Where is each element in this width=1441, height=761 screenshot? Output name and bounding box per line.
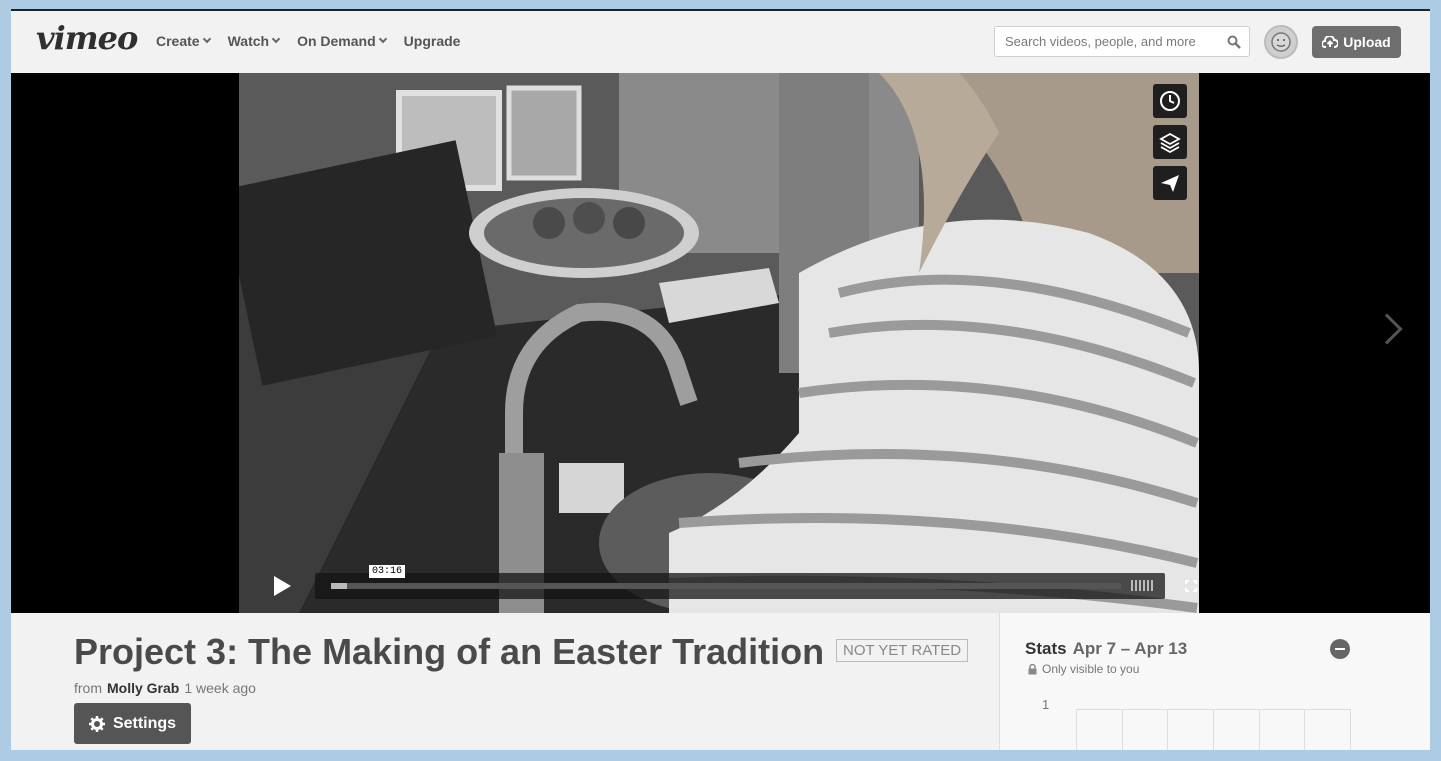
chevron-down-icon: [202, 34, 211, 44]
video-title: Project 3: The Making of an Easter Tradi…: [74, 631, 825, 672]
player-controls: 03:16: [259, 565, 1197, 603]
upload-age: 1 week ago: [184, 680, 256, 696]
video-byline: from Molly Grab 1 week ago: [74, 680, 256, 696]
nav-create-label: Create: [156, 33, 200, 49]
nav-watch[interactable]: Watch: [227, 33, 281, 49]
from-label: from: [74, 680, 102, 696]
privacy-text: Only visible to you: [1042, 662, 1140, 676]
play-button[interactable]: [259, 569, 305, 603]
rating-badge: NOT YET RATED: [836, 639, 969, 662]
layers-icon: [1159, 132, 1181, 153]
share-button[interactable]: [1153, 166, 1187, 200]
vimeo-page: vimeo Create Watch On Demand Upgrade Sea…: [11, 11, 1430, 750]
nav-watch-label: Watch: [227, 33, 270, 49]
volume-control[interactable]: [1131, 580, 1153, 591]
video-player[interactable]: 03:16: [11, 73, 1430, 613]
next-video-arrow-icon[interactable]: [1371, 313, 1403, 345]
lock-icon: [1028, 663, 1037, 674]
nav-upgrade[interactable]: Upgrade: [404, 33, 461, 49]
paper-plane-icon: [1161, 175, 1179, 192]
watch-later-button[interactable]: [1153, 84, 1187, 118]
face-icon: [1271, 32, 1291, 52]
privacy-note: Only visible to you: [1028, 662, 1139, 676]
vimeo-logo[interactable]: vimeo: [36, 19, 138, 57]
stats-date-range: Apr 7 – Apr 13: [1072, 639, 1188, 658]
video-still-image: [239, 73, 1199, 613]
settings-label: Settings: [112, 714, 177, 732]
search-box: [994, 26, 1250, 57]
gear-icon: [88, 715, 105, 732]
fullscreen-icon[interactable]: [1185, 580, 1197, 592]
search-input[interactable]: [995, 27, 1215, 56]
cloud-upload-icon: [1322, 36, 1339, 48]
chevron-down-icon: [271, 34, 281, 44]
nav-upgrade-label: Upgrade: [403, 33, 461, 49]
nav-on-demand-label: On Demand: [297, 33, 376, 49]
nav-on-demand[interactable]: On Demand: [297, 33, 387, 49]
clock-icon: [1160, 91, 1180, 111]
progress-track[interactable]: [331, 583, 1121, 589]
play-icon: [274, 576, 291, 596]
stats-heading: Stats Apr 7 – Apr 13: [1025, 639, 1187, 659]
stats-panel: Stats Apr 7 – Apr 13 Only visible to you …: [999, 613, 1430, 750]
upload-label: Upload: [1343, 34, 1391, 50]
main-nav: Create Watch On Demand Upgrade: [156, 33, 478, 49]
stats-chart-grid: [1076, 709, 1352, 750]
collapse-stats-icon[interactable]: [1330, 639, 1350, 659]
top-header: vimeo Create Watch On Demand Upgrade Sea…: [11, 11, 1430, 73]
search-icon[interactable]: [1227, 35, 1241, 49]
user-avatar[interactable]: [1264, 25, 1298, 59]
chevron-down-icon: [378, 34, 387, 44]
control-bar: 03:16: [315, 565, 1197, 599]
collections-button[interactable]: [1153, 125, 1187, 159]
timecode-tooltip: 03:16: [369, 565, 406, 578]
upload-button[interactable]: Upload: [1312, 26, 1401, 58]
stats-label: Stats: [1025, 639, 1067, 658]
stats-y-axis-label: 1: [1042, 697, 1050, 712]
nav-create[interactable]: Create: [156, 33, 211, 49]
video-frame[interactable]: 03:16: [239, 73, 1199, 613]
author-link[interactable]: Molly Grab: [107, 680, 179, 696]
settings-button[interactable]: Settings: [74, 703, 191, 744]
progress-fill: [331, 583, 347, 589]
